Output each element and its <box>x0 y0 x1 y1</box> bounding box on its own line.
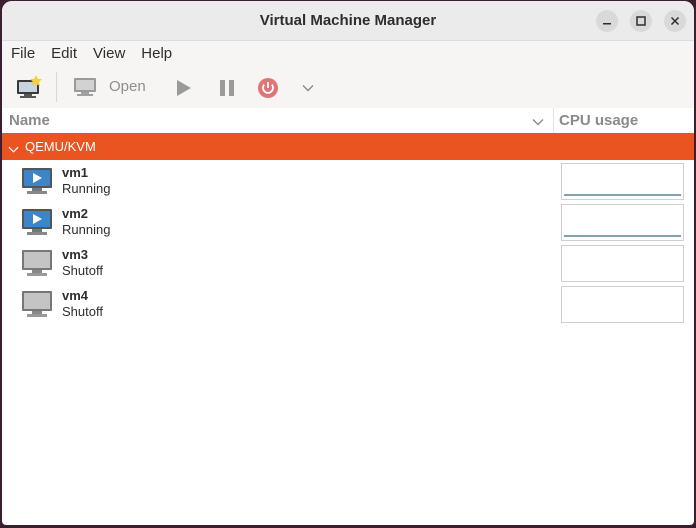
minimize-button[interactable] <box>596 10 618 32</box>
maximize-button[interactable] <box>630 10 652 32</box>
run-button[interactable] <box>172 77 194 99</box>
shutoff-vm-icon <box>21 249 53 282</box>
list-header: Name CPU usage <box>2 108 694 134</box>
shutoff-vm-icon <box>21 290 53 323</box>
pause-button[interactable] <box>216 77 238 99</box>
menu-view[interactable]: View <box>86 45 132 62</box>
column-name-header[interactable]: Name <box>9 112 50 129</box>
shutdown-button[interactable] <box>256 76 280 100</box>
vm-row-vm2[interactable]: vm2 Running <box>2 202 694 243</box>
vm-name: vm3 <box>62 247 89 262</box>
play-icon <box>177 80 191 96</box>
vm-status: Running <box>62 222 111 237</box>
app-window: Virtual Machine Manager File Edit View H… <box>2 1 694 525</box>
vm-name: vm1 <box>62 165 89 180</box>
minimize-icon <box>603 23 611 25</box>
menubar: File Edit View Help <box>2 41 694 66</box>
expand-chevron-icon[interactable] <box>8 142 19 160</box>
cpu-usage-graph <box>561 245 684 282</box>
running-vm-icon <box>21 167 53 200</box>
vm-row-vm3[interactable]: vm3 Shutoff <box>2 243 694 284</box>
vm-row-vm4[interactable]: vm4 Shutoff <box>2 284 694 325</box>
toolbar: Open <box>2 66 694 109</box>
maximize-icon <box>636 16 646 26</box>
new-vm-button[interactable] <box>14 74 44 100</box>
cpu-usage-graph <box>561 286 684 323</box>
menu-help[interactable]: Help <box>134 45 179 62</box>
connection-label: QEMU/KVM <box>25 139 96 154</box>
open-console-button[interactable] <box>72 75 98 99</box>
menu-file[interactable]: File <box>4 45 42 62</box>
shutdown-menu-button[interactable] <box>300 80 316 96</box>
column-divider[interactable] <box>553 108 554 133</box>
new-vm-icon <box>17 75 42 98</box>
pause-icon <box>220 80 234 96</box>
cpu-usage-graph <box>561 163 684 200</box>
running-vm-icon <box>21 208 53 241</box>
chevron-down-icon <box>302 85 314 92</box>
column-cpu-header[interactable]: CPU usage <box>559 112 638 129</box>
power-icon <box>258 78 278 98</box>
open-label[interactable]: Open <box>109 78 146 95</box>
close-icon <box>670 16 680 26</box>
vm-name: vm2 <box>62 206 89 221</box>
sort-chevron-icon[interactable] <box>532 115 544 133</box>
vm-status: Shutoff <box>62 304 103 319</box>
titlebar: Virtual Machine Manager <box>2 1 694 41</box>
window-title: Virtual Machine Manager <box>259 12 437 29</box>
vm-status: Shutoff <box>62 263 103 278</box>
menu-edit[interactable]: Edit <box>44 45 84 62</box>
vm-row-vm1[interactable]: vm1 Running <box>2 161 694 202</box>
cpu-usage-graph <box>561 204 684 241</box>
monitor-icon <box>74 78 96 96</box>
toolbar-separator <box>56 72 57 102</box>
close-button[interactable] <box>664 10 686 32</box>
vm-status: Running <box>62 181 111 196</box>
vm-name: vm4 <box>62 288 89 303</box>
connection-row[interactable]: QEMU/KVM <box>2 133 694 160</box>
